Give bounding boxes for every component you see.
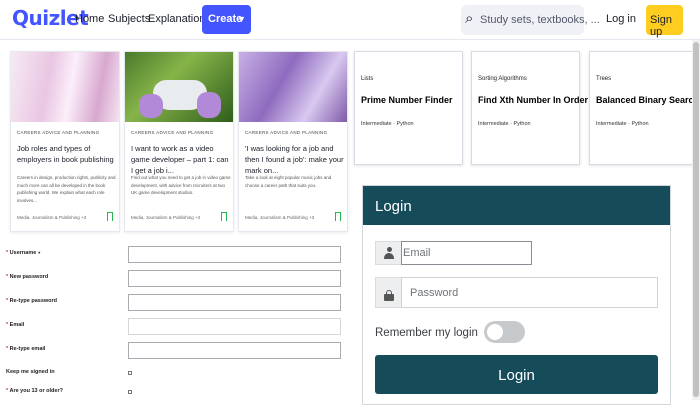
article-card-book-publishing[interactable]: CAREERS ADVICE AND PLANNING Job roles an…	[10, 51, 120, 232]
required-mark: *	[6, 346, 9, 352]
age-checkbox[interactable]	[128, 390, 132, 394]
article-card-music-jobs[interactable]: CAREERS ADVICE AND PLANNING 'I was looki…	[238, 51, 348, 232]
username-field[interactable]	[128, 246, 341, 263]
age-question-label: * Are you 13 or older?	[6, 388, 63, 394]
article-description: Find out what you need to get a job in v…	[131, 175, 231, 195]
search-icon: ⌕	[465, 10, 474, 27]
toggle-knob	[487, 324, 503, 340]
algo-meta: Intermediate · Python	[361, 121, 414, 127]
nav-subjects-link[interactable]: Subjects	[108, 13, 150, 25]
retype-password-field[interactable]	[128, 294, 341, 311]
algo-card-find-xth-number[interactable]: Sorting Algorithms Find Xth Number In Or…	[471, 51, 588, 165]
article-title[interactable]: 'I was looking for a job and then I foun…	[245, 143, 345, 176]
hand-shape	[139, 94, 163, 118]
article-category: CAREERS ADVICE AND PLANNING	[131, 130, 214, 135]
algo-tag: Sorting Algorithms	[478, 76, 527, 82]
algo-tag: Trees	[596, 76, 612, 82]
article-description: Careers in design, production rights, pu…	[17, 175, 116, 203]
article-title[interactable]: Job roles and types of employers in book…	[17, 143, 117, 165]
article-category: CAREERS ADVICE AND PLANNING	[17, 130, 100, 135]
login-link[interactable]: Log in	[606, 13, 636, 25]
algo-meta: Intermediate · Python	[596, 121, 649, 127]
username-label-text: Username	[9, 250, 37, 256]
bookmark-icon[interactable]	[335, 212, 341, 221]
keep-signed-in-label: Keep me signed in	[6, 369, 55, 375]
algo-tag: Lists	[361, 76, 374, 82]
user-icon-head	[386, 247, 392, 252]
remember-login-toggle[interactable]	[484, 321, 525, 343]
article-image	[239, 52, 347, 122]
remember-login-label: Remember my login	[375, 327, 478, 339]
algo-meta: Intermediate · Python	[478, 121, 531, 127]
retype-email-label-text: Re-type email	[9, 346, 46, 352]
article-image	[11, 52, 119, 122]
article-card-video-game[interactable]: CAREERS ADVICE AND PLANNING I want to wo…	[124, 51, 234, 232]
retype-password-label-text: Re-type password	[9, 298, 58, 304]
nav-home-link[interactable]: Home	[75, 13, 104, 25]
lock-icon	[384, 290, 394, 301]
retype-password-label: * Re-type password	[6, 298, 57, 304]
algo-card-balanced-bst[interactable]: Trees Balanced Binary Search Tree Interm…	[589, 51, 700, 165]
create-button[interactable]: Create ▼	[202, 5, 251, 34]
new-password-label: * New password	[6, 274, 48, 280]
article-meta: Media, Journalism & Publishing +3	[131, 215, 201, 220]
article-meta: Media, Journalism & Publishing +3	[245, 215, 315, 220]
email-field[interactable]	[128, 318, 341, 335]
top-nav: Quizlet Home Subjects Explanations Creat…	[0, 0, 700, 40]
article-title[interactable]: I want to work as a video game developer…	[131, 143, 231, 176]
required-mark: *	[6, 298, 9, 304]
retype-email-field[interactable]	[128, 342, 341, 359]
required-mark: *	[6, 250, 9, 256]
page-scrollbar[interactable]	[692, 40, 700, 400]
algo-title[interactable]: Find Xth Number In Order	[478, 95, 588, 105]
article-image	[125, 52, 233, 122]
algo-card-prime-number-finder[interactable]: Lists Prime Number Finder Intermediate ·…	[354, 51, 463, 165]
username-label: * Username ●	[6, 250, 41, 256]
login-button[interactable]: Login	[375, 355, 658, 394]
article-meta: Media, Journalism & Publishing +3	[17, 215, 87, 220]
user-icon	[384, 247, 394, 259]
new-password-field[interactable]	[128, 270, 341, 287]
keep-signed-in-checkbox[interactable]	[128, 371, 132, 375]
algo-title[interactable]: Prime Number Finder	[361, 95, 453, 105]
retype-email-label: * Re-type email	[6, 346, 45, 352]
signup-button[interactable]: Sign up	[646, 5, 683, 38]
required-mark: *	[6, 322, 9, 328]
user-icon-body	[384, 253, 394, 259]
new-password-label-text: New password	[9, 274, 49, 280]
login-panel: Login Email Password Remember my login L…	[362, 185, 671, 405]
bookmark-icon[interactable]	[221, 212, 227, 221]
search-input[interactable]: ⌕ Study sets, textbooks, ...	[461, 5, 600, 35]
lock-icon-body	[384, 294, 394, 301]
info-icon[interactable]: ●	[38, 250, 41, 255]
chevron-down-icon: ▼	[237, 14, 246, 24]
hand-shape	[197, 92, 221, 118]
bookmark-icon[interactable]	[107, 212, 113, 221]
login-password-input[interactable]: Password	[401, 277, 658, 308]
email-label: * Email	[6, 322, 24, 328]
required-mark: *	[6, 274, 9, 280]
article-category: CAREERS ADVICE AND PLANNING	[245, 130, 328, 135]
login-email-input[interactable]: Email	[401, 241, 532, 265]
search-placeholder: Study sets, textbooks, ...	[480, 14, 600, 26]
scrollbar-thumb[interactable]	[693, 42, 699, 397]
algo-title[interactable]: Balanced Binary Search Tree	[596, 95, 700, 105]
article-description: Take a look at eight popular music jobs …	[245, 175, 332, 188]
required-mark: *	[6, 388, 9, 394]
login-header: Login	[363, 186, 670, 225]
age-question-label-text: Are you 13 or older?	[9, 388, 63, 394]
email-label-text: Email	[9, 322, 25, 328]
